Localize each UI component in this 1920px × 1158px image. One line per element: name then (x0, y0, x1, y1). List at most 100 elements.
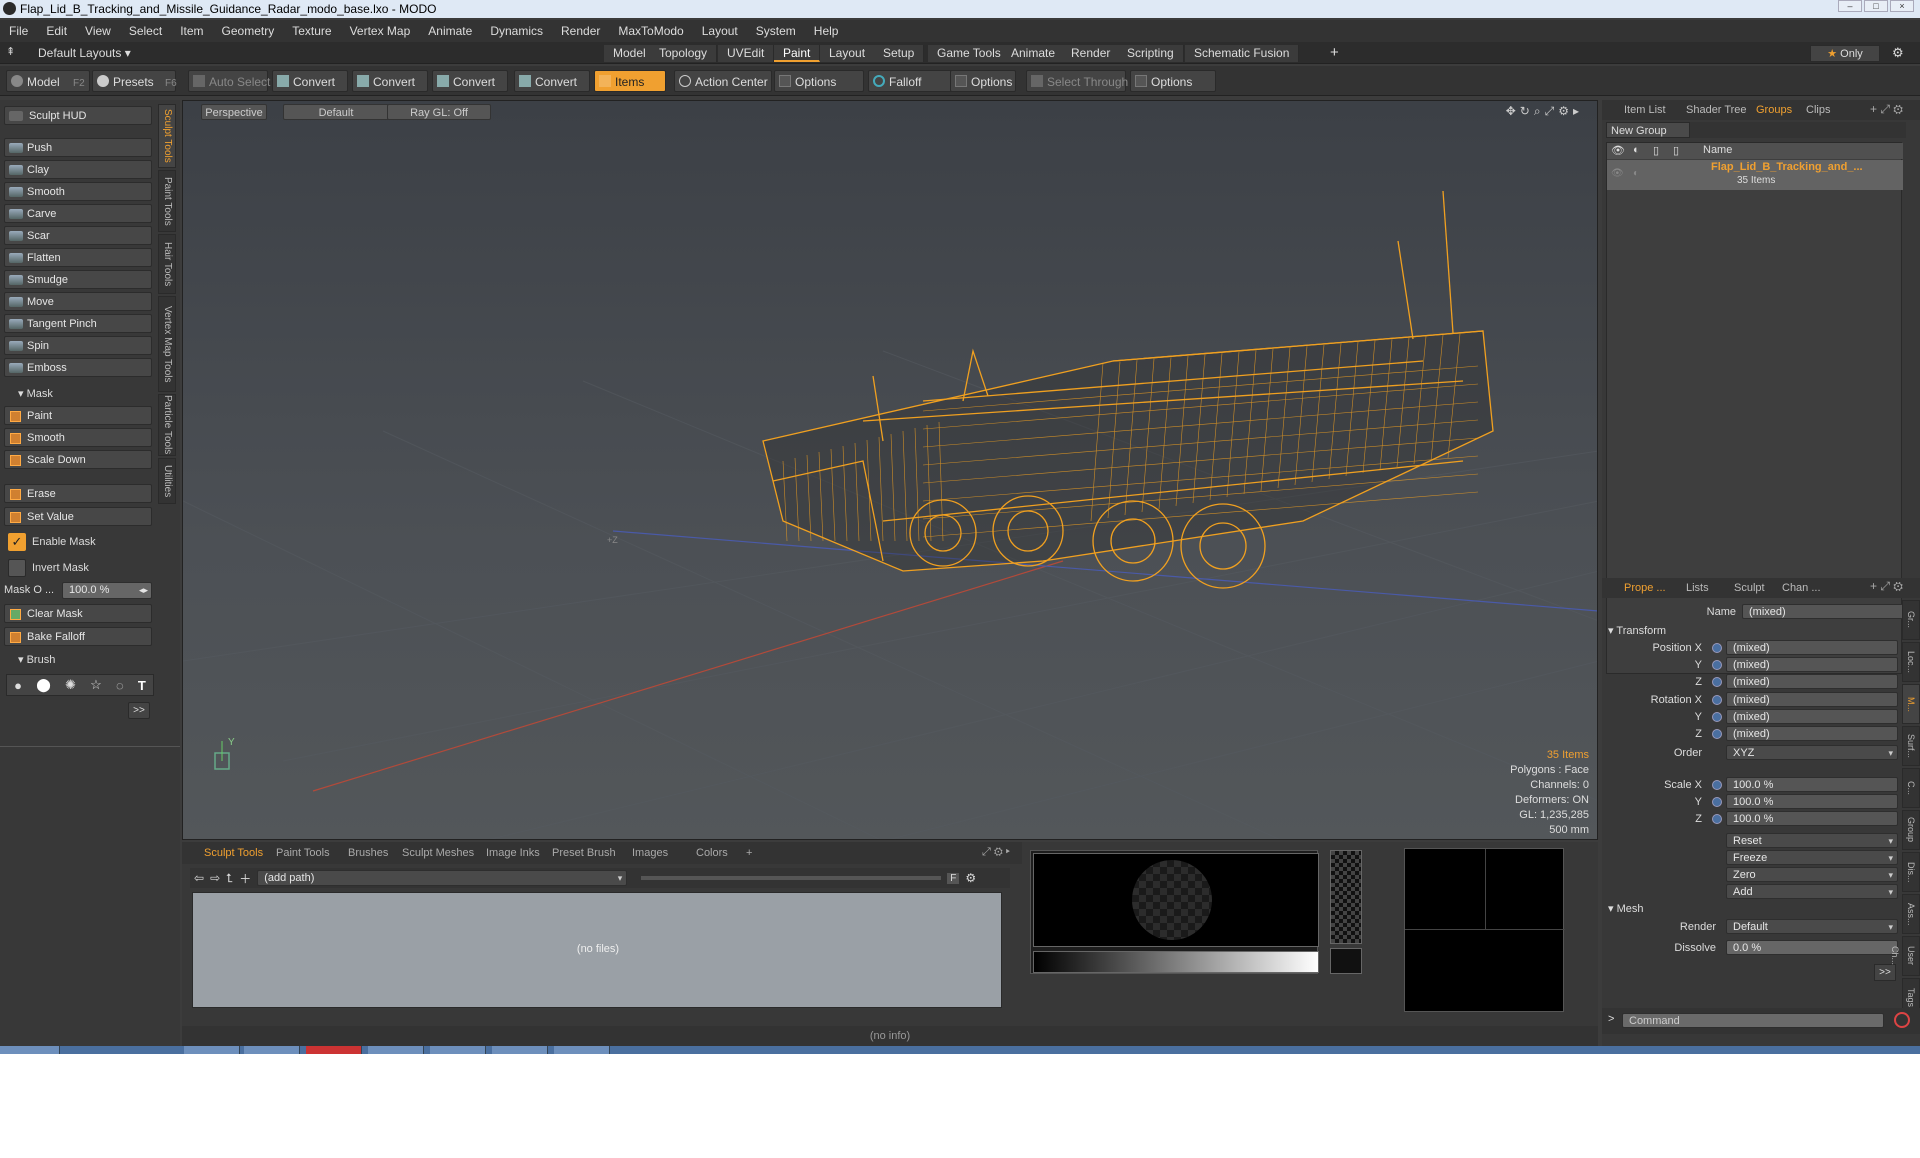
add-layout-tab-icon[interactable]: + (1330, 44, 1339, 61)
properties-vtab-6[interactable]: Dis... (1902, 852, 1920, 892)
mask-scale-down-button[interactable]: Scale Down (4, 450, 152, 469)
render-column-icon[interactable]: ◐ (1633, 144, 1640, 156)
taskbar-app-1[interactable] (184, 1046, 240, 1054)
tab-clips[interactable]: Clips (1802, 102, 1834, 119)
tool-clay-button[interactable]: Clay (4, 160, 152, 179)
tab-panel-icons[interactable]: + ⤢ ⚙ (1870, 102, 1903, 117)
tab-render[interactable]: Render (1062, 45, 1121, 62)
properties-vtab-2[interactable]: M... (1902, 684, 1920, 724)
hard-brush-icon[interactable]: ⬤ (36, 677, 51, 693)
layout-toggle-icon[interactable]: ⇞ (6, 45, 15, 58)
tab-layout[interactable]: Layout (820, 45, 876, 62)
convert-vertices-button[interactable]: Convert (272, 70, 348, 92)
taskbar-app-5[interactable] (430, 1046, 486, 1054)
star-brush-icon[interactable]: ☆ (90, 677, 102, 693)
mask-paint-button[interactable]: Paint (4, 406, 152, 425)
rotation-z-field[interactable]: (mixed) (1726, 726, 1898, 741)
properties-vtab-3[interactable]: Surf... (1902, 726, 1920, 766)
procedural-brush-icon[interactable]: ◌ (116, 678, 124, 693)
properties-vtab-0[interactable]: Gr... (1902, 600, 1920, 640)
scale-z-field[interactable]: 100.0 % (1726, 811, 1898, 826)
default-layouts-dropdown[interactable]: Default Layouts ▾ (38, 46, 131, 60)
items-mode-button[interactable]: Items (594, 70, 666, 92)
action-center-button[interactable]: Action Center (674, 70, 772, 92)
tool-spin-button[interactable]: Spin (4, 336, 152, 355)
mask-opacity-field[interactable]: 100.0 % ◂▸ (62, 582, 152, 599)
tool-smudge-button[interactable]: Smudge (4, 270, 152, 289)
taskbar-app-3[interactable] (306, 1046, 362, 1054)
select-column-icon[interactable]: ▯ (1673, 144, 1679, 157)
name-field[interactable]: (mixed) (1742, 604, 1912, 619)
bottom-tab-3[interactable]: Sculpt Meshes (398, 846, 478, 861)
sculpt-hud-button[interactable]: Sculpt HUD (4, 106, 152, 125)
forward-icon[interactable]: ⇨ (210, 871, 220, 885)
scale-x-field[interactable]: 100.0 % (1726, 777, 1898, 792)
menu-dynamics[interactable]: Dynamics (481, 24, 552, 38)
back-icon[interactable]: ⇦ (194, 871, 204, 885)
properties-more-button[interactable]: >> (1874, 964, 1896, 981)
bottom-tab-7[interactable]: Colors (692, 846, 732, 861)
tab-item-list[interactable]: Item List (1620, 102, 1670, 119)
record-macro-icon[interactable] (1894, 1012, 1910, 1028)
vtab-vertex-map-tools[interactable]: Vertex Map Tools (158, 296, 176, 392)
rotation-y-keyframe-icon[interactable] (1712, 712, 1722, 722)
menu-system[interactable]: System (747, 24, 805, 38)
only-toggle[interactable]: ★ Only (1810, 45, 1880, 62)
menu-vertex-map[interactable]: Vertex Map (341, 24, 420, 38)
scale-z-keyframe-icon[interactable] (1712, 814, 1722, 824)
menu-select[interactable]: Select (120, 24, 171, 38)
dissolve-field[interactable]: 0.0 % (1726, 940, 1898, 955)
menu-render[interactable]: Render (552, 24, 609, 38)
properties-vtab-1[interactable]: Loc... (1902, 642, 1920, 682)
clear-mask-button[interactable]: Clear Mask (4, 604, 152, 623)
vtab-utilities[interactable]: Utilities (158, 458, 176, 504)
tool-move-button[interactable]: Move (4, 292, 152, 311)
properties-tab-2[interactable]: Sculpt (1730, 580, 1769, 597)
model-mode-button[interactable]: Model F2 (6, 70, 90, 92)
rotation-z-keyframe-icon[interactable] (1712, 729, 1722, 739)
tool-scar-button[interactable]: Scar (4, 226, 152, 245)
group-row[interactable]: 👁 ◐ Flap_Lid_B_Tracking_and_... 35 Items (1607, 160, 1903, 190)
convert-items-button[interactable]: Convert (514, 70, 590, 92)
render-toggle-icon[interactable]: ◐ (1633, 168, 1639, 179)
menu-file[interactable]: File (0, 24, 37, 38)
vtab-paint-tools[interactable]: Paint Tools (158, 170, 176, 232)
tab-animate[interactable]: Animate (1002, 45, 1066, 62)
convert-edges-button[interactable]: Convert (352, 70, 428, 92)
tab-game-tools[interactable]: Game Tools (928, 45, 1011, 62)
zero-dropdown[interactable]: Zero ▾ (1726, 867, 1898, 882)
freeze-dropdown[interactable]: Freeze ▾ (1726, 850, 1898, 865)
tab-paint[interactable]: Paint (774, 45, 821, 62)
tool-push-button[interactable]: Push (4, 138, 152, 157)
mask-section-header[interactable]: ▾ Mask (4, 386, 154, 403)
splat-brush-icon[interactable]: ✺ (65, 677, 76, 693)
path-dropdown[interactable]: (add path) ▾ (257, 870, 628, 886)
bottom-tab-0[interactable]: Sculpt Tools (200, 846, 267, 861)
enable-mask-checkbox[interactable]: ✓ (8, 533, 26, 551)
position-z-field[interactable]: (mixed) (1726, 674, 1898, 689)
taskbar-app-4[interactable] (368, 1046, 424, 1054)
bottom-tab-2[interactable]: Brushes (344, 846, 392, 861)
tab-setup[interactable]: Setup (874, 45, 925, 62)
taskbar-app-6[interactable] (492, 1046, 548, 1054)
position-z-keyframe-icon[interactable] (1712, 677, 1722, 687)
bottom-tab-1[interactable]: Paint Tools (272, 846, 334, 861)
menu-layout[interactable]: Layout (693, 24, 747, 38)
tab-uvedit[interactable]: UVEdit (718, 45, 775, 62)
tool-flatten-button[interactable]: Flatten (4, 248, 152, 267)
tab-scripting[interactable]: Scripting (1118, 45, 1184, 62)
maximize-button[interactable]: □ (1864, 0, 1888, 12)
mesh-section[interactable]: ▾ Mesh (1608, 902, 1643, 915)
properties-vtab-4[interactable]: C... (1902, 768, 1920, 808)
soft-brush-icon[interactable]: ● (14, 678, 22, 693)
browser-settings-icon[interactable]: ⚙ (965, 871, 976, 885)
mask-smooth-button[interactable]: Smooth (4, 428, 152, 447)
properties-tab-3[interactable]: Chan ... (1778, 580, 1825, 597)
erase-button[interactable]: Erase (4, 484, 152, 503)
rotation-x-field[interactable]: (mixed) (1726, 692, 1898, 707)
lock-column-icon[interactable]: ▯ (1653, 144, 1659, 157)
position-x-field[interactable]: (mixed) (1726, 640, 1898, 655)
vtab-hair-tools[interactable]: Hair Tools (158, 234, 176, 294)
menu-geometry[interactable]: Geometry (213, 24, 284, 38)
menu-edit[interactable]: Edit (37, 24, 76, 38)
